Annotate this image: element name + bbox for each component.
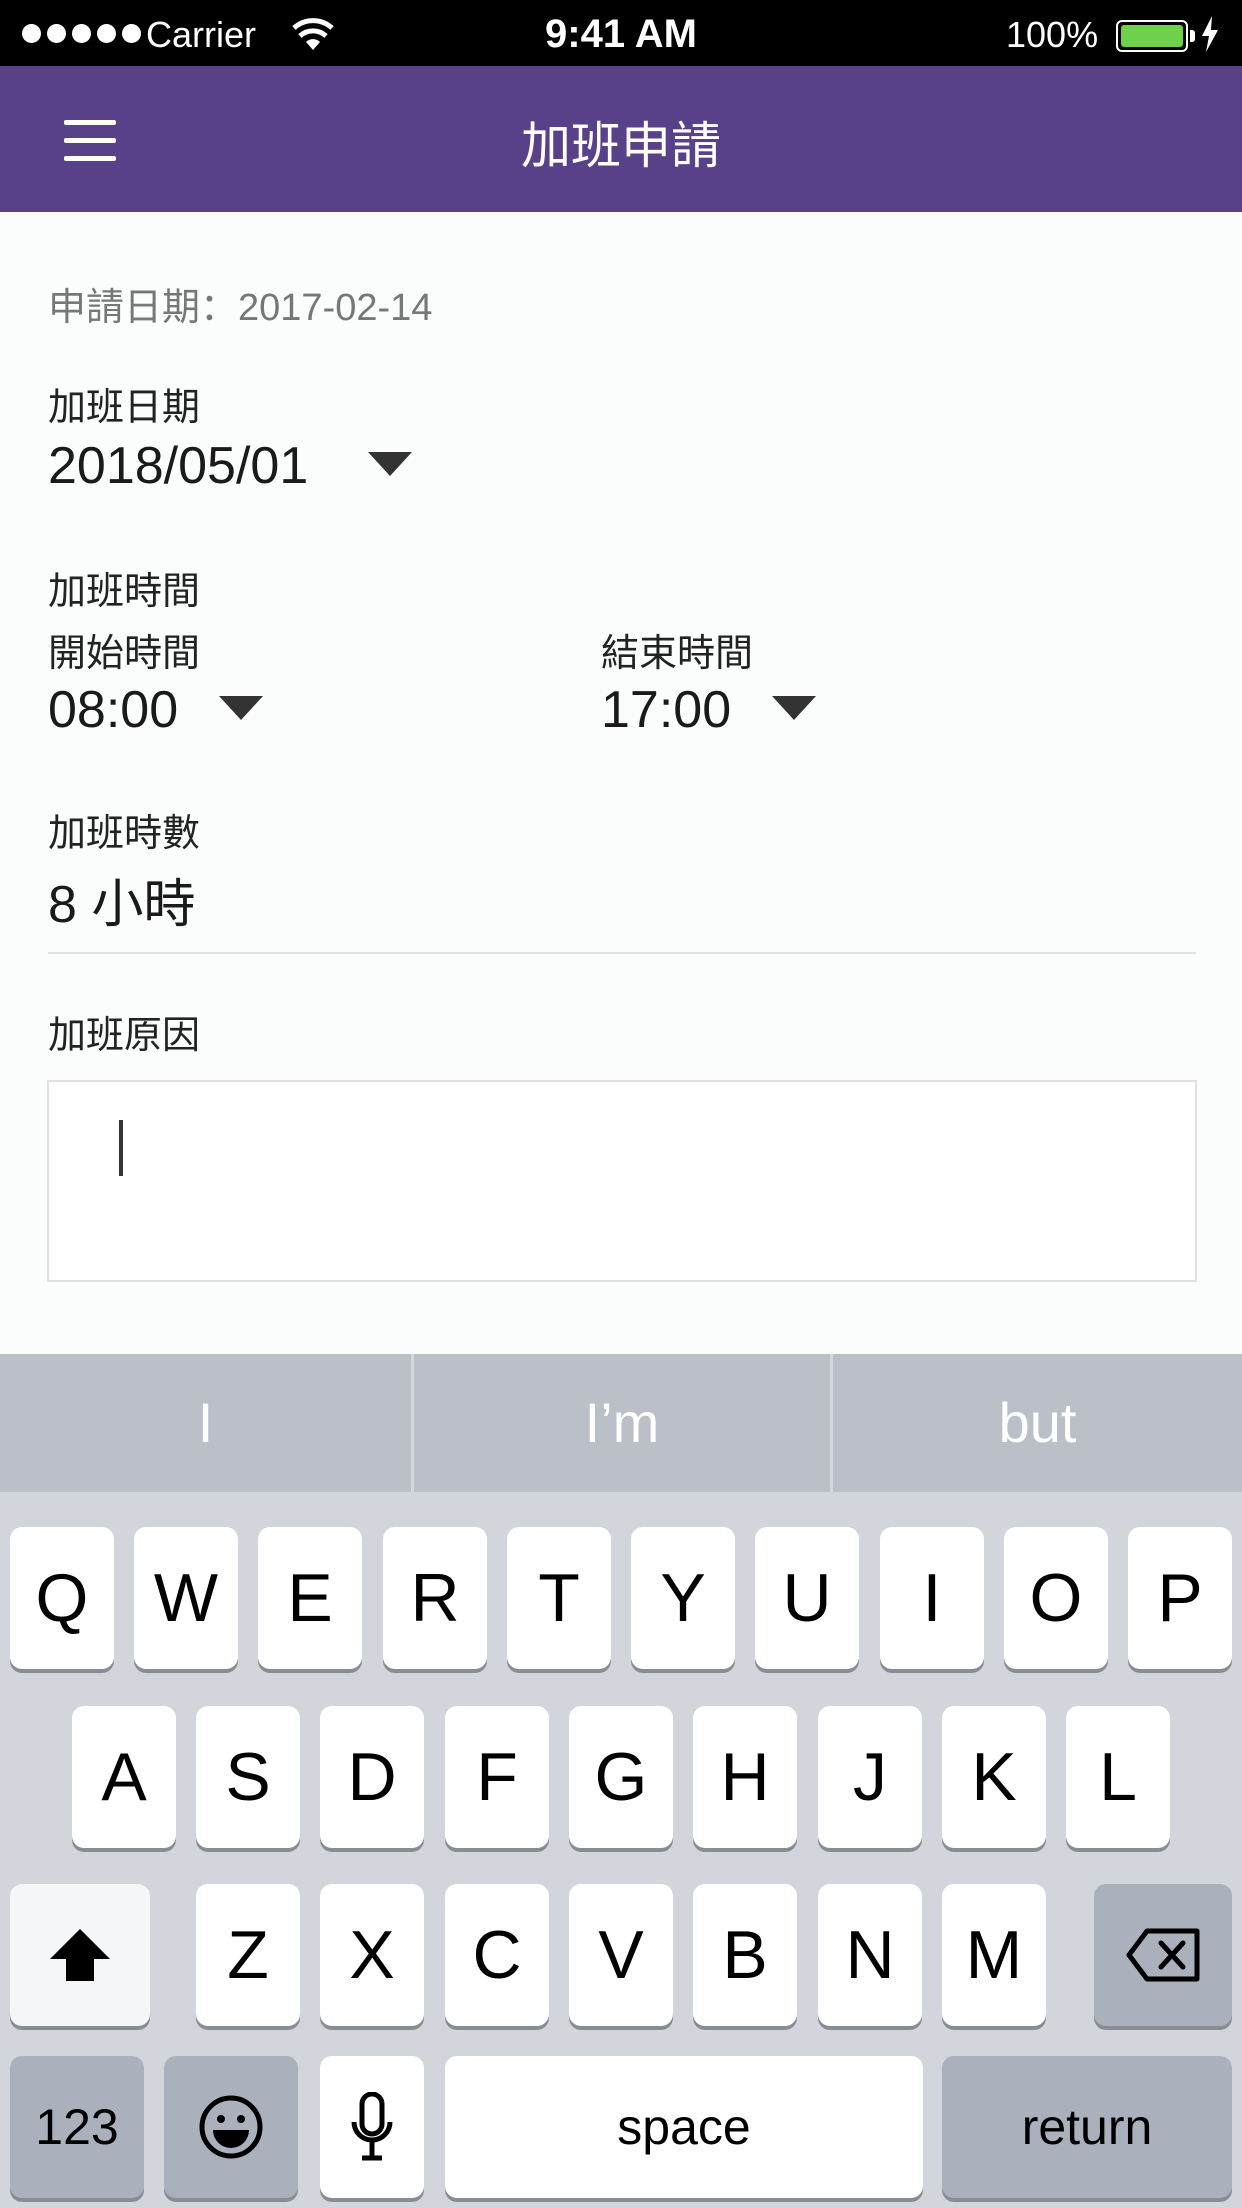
overtime-time-label: 加班時間 bbox=[48, 571, 201, 613]
suggestion-bar: I I’m but bbox=[0, 1354, 1242, 1492]
key-y[interactable]: Y bbox=[631, 1527, 735, 1669]
emoji-icon bbox=[199, 2095, 263, 2159]
text-cursor bbox=[119, 1120, 123, 1176]
key-i[interactable]: I bbox=[880, 1527, 984, 1669]
key-s[interactable]: S bbox=[196, 1706, 300, 1848]
key-l[interactable]: L bbox=[1066, 1706, 1170, 1848]
backspace-icon bbox=[1126, 1928, 1200, 1982]
shift-icon bbox=[50, 1929, 110, 1981]
delete-key[interactable] bbox=[1094, 1884, 1232, 2026]
charging-bolt-icon bbox=[1202, 16, 1218, 52]
key-k[interactable]: K bbox=[942, 1706, 1046, 1848]
overtime-reason-input[interactable] bbox=[47, 1080, 1197, 1282]
emoji-key[interactable] bbox=[164, 2056, 298, 2198]
key-w[interactable]: W bbox=[134, 1527, 238, 1669]
key-q[interactable]: Q bbox=[10, 1527, 114, 1669]
overtime-date-value[interactable]: 2018/05/01 bbox=[48, 436, 308, 496]
microphone-icon bbox=[351, 2091, 393, 2161]
end-time-dropdown-icon[interactable] bbox=[772, 696, 816, 720]
suggestion-2[interactable]: I’m bbox=[414, 1354, 830, 1492]
battery-percent: 100% bbox=[1006, 14, 1099, 55]
navigation-bar: 加班申請 bbox=[0, 66, 1242, 212]
key-d[interactable]: D bbox=[320, 1706, 424, 1848]
start-time-value[interactable]: 08:00 bbox=[48, 680, 178, 740]
key-v[interactable]: V bbox=[569, 1884, 673, 2026]
space-key[interactable]: space bbox=[445, 2056, 923, 2198]
suggestion-1[interactable]: I bbox=[0, 1354, 411, 1492]
key-z[interactable]: Z bbox=[196, 1884, 300, 2026]
overtime-hours-value: 8 小時 bbox=[48, 876, 196, 934]
key-b[interactable]: B bbox=[693, 1884, 797, 2026]
suggestion-3[interactable]: but bbox=[833, 1354, 1242, 1492]
numbers-key[interactable]: 123 bbox=[10, 2056, 144, 2198]
start-time-label: 開始時間 bbox=[48, 633, 201, 675]
key-o[interactable]: O bbox=[1004, 1527, 1108, 1669]
overtime-date-label: 加班日期 bbox=[48, 387, 201, 429]
date-dropdown-icon[interactable] bbox=[368, 452, 412, 476]
key-f[interactable]: F bbox=[445, 1706, 549, 1848]
key-e[interactable]: E bbox=[258, 1527, 362, 1669]
key-a[interactable]: A bbox=[72, 1706, 176, 1848]
key-n[interactable]: N bbox=[818, 1884, 922, 2026]
overtime-reason-label: 加班原因 bbox=[48, 1015, 201, 1057]
return-key[interactable]: return bbox=[942, 2056, 1232, 2198]
key-j[interactable]: J bbox=[818, 1706, 922, 1848]
key-g[interactable]: G bbox=[569, 1706, 673, 1848]
status-bar: Carrier 9:41 AM 100% bbox=[0, 0, 1242, 66]
keyboard: I I’m but Q W E R T Y U I O P A S D F G … bbox=[0, 1354, 1242, 2208]
end-time-label: 結束時間 bbox=[601, 633, 754, 675]
microphone-key[interactable] bbox=[320, 2056, 424, 2198]
key-t[interactable]: T bbox=[507, 1527, 611, 1669]
battery-icon bbox=[1116, 20, 1188, 52]
key-x[interactable]: X bbox=[320, 1884, 424, 2026]
key-h[interactable]: H bbox=[693, 1706, 797, 1848]
key-c[interactable]: C bbox=[445, 1884, 549, 2026]
shift-key[interactable] bbox=[10, 1884, 150, 2026]
key-p[interactable]: P bbox=[1128, 1527, 1232, 1669]
start-time-dropdown-icon[interactable] bbox=[219, 696, 263, 720]
apply-date: 申請日期：2017-02-14 bbox=[48, 287, 433, 329]
divider bbox=[48, 952, 1196, 954]
key-u[interactable]: U bbox=[755, 1527, 859, 1669]
end-time-value[interactable]: 17:00 bbox=[601, 680, 731, 740]
key-r[interactable]: R bbox=[383, 1527, 487, 1669]
overtime-hours-label: 加班時數 bbox=[48, 813, 201, 855]
key-m[interactable]: M bbox=[942, 1884, 1046, 2026]
page-title: 加班申請 bbox=[521, 118, 721, 174]
